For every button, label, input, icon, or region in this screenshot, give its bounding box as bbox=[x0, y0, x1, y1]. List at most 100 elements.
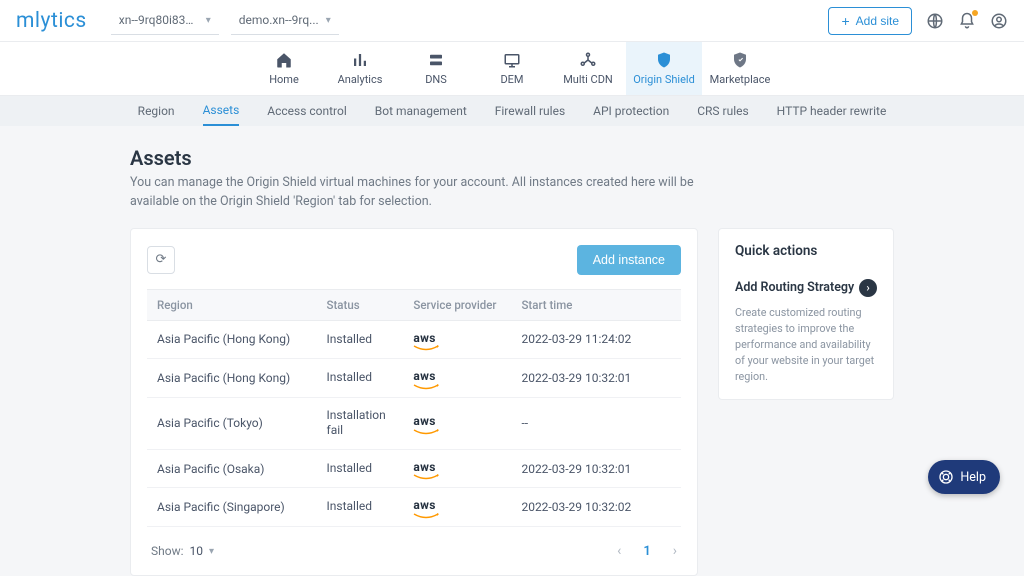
th-region: Region bbox=[147, 289, 317, 320]
arrow-right-icon: › bbox=[859, 279, 877, 297]
subnav-assets[interactable]: Assets bbox=[203, 96, 240, 126]
subnav-api-protection[interactable]: API protection bbox=[593, 97, 669, 125]
pager: ‹ 1 › bbox=[617, 543, 677, 559]
quick-actions-card: Quick actions Add Routing Strategy › Cre… bbox=[718, 228, 894, 401]
cell-region: Asia Pacific (Singapore) bbox=[147, 488, 317, 527]
cell-status: Installed bbox=[317, 359, 404, 398]
cell-start-time: 2022-03-29 11:24:02 bbox=[511, 320, 681, 359]
add-site-label: Add site bbox=[856, 14, 899, 28]
th-sp: Service provider bbox=[403, 289, 511, 320]
qa-item-title: Add Routing Strategy bbox=[735, 280, 854, 295]
pager-row: Show: 10 ▾ ‹ 1 › bbox=[147, 543, 681, 559]
site-dropdown-value: demo.xn--9rq... bbox=[239, 13, 320, 27]
assets-card: ⟳ Add instance Region Status Service pro… bbox=[130, 228, 698, 576]
aws-logo-icon: aws bbox=[413, 463, 439, 478]
analytics-icon bbox=[351, 51, 369, 69]
org-dropdown-value: xn--9rq80i83o... bbox=[119, 13, 200, 27]
nav-dem[interactable]: DEM bbox=[474, 42, 550, 95]
table-row[interactable]: Asia Pacific (Hong Kong)Installedaws2022… bbox=[147, 359, 681, 398]
plus-icon: + bbox=[841, 14, 849, 28]
refresh-icon: ⟳ bbox=[156, 252, 167, 267]
nav-label: Analytics bbox=[338, 73, 383, 86]
cell-status: Installed bbox=[317, 320, 404, 359]
multicdn-icon bbox=[579, 51, 597, 69]
aws-logo-icon: aws bbox=[413, 417, 439, 432]
shield-icon bbox=[655, 51, 673, 69]
brand-logo: mlytics bbox=[16, 9, 87, 33]
account-icon[interactable] bbox=[990, 12, 1008, 30]
cell-region: Asia Pacific (Osaka) bbox=[147, 449, 317, 488]
notification-dot bbox=[972, 10, 978, 16]
subnav-http-header-rewrite[interactable]: HTTP header rewrite bbox=[777, 97, 887, 125]
bell-icon[interactable] bbox=[958, 12, 976, 30]
cell-start-time: 2022-03-29 10:32:01 bbox=[511, 449, 681, 488]
subnav-firewall-rules[interactable]: Firewall rules bbox=[495, 97, 565, 125]
aws-logo-icon: aws bbox=[413, 334, 439, 349]
org-dropdown[interactable]: xn--9rq80i83o... ▾ bbox=[111, 7, 219, 35]
pager-prev[interactable]: ‹ bbox=[617, 543, 621, 559]
globe-icon[interactable] bbox=[926, 12, 944, 30]
aws-logo-icon: aws bbox=[413, 372, 439, 387]
cell-start-time: 2022-03-29 10:32:02 bbox=[511, 488, 681, 527]
table-row[interactable]: Asia Pacific (Hong Kong)Installed aws 2022… bbox=[147, 320, 681, 359]
nav-home[interactable]: Home bbox=[246, 42, 322, 95]
pager-current: 1 bbox=[643, 544, 650, 559]
nav-label: Origin Shield bbox=[633, 73, 695, 86]
nav-label: Home bbox=[269, 73, 299, 86]
page-content: Assets You can manage the Origin Shield … bbox=[0, 126, 1024, 576]
subnav-crs-rules[interactable]: CRS rules bbox=[697, 97, 748, 125]
nav-multicdn[interactable]: Multi CDN bbox=[550, 42, 626, 95]
table-header-row: Region Status Service provider Start tim… bbox=[147, 289, 681, 320]
cell-service-provider: aws bbox=[403, 449, 511, 488]
table-row[interactable]: Asia Pacific (Tokyo)Installation fail aws… bbox=[147, 397, 681, 449]
page-description: You can manage the Origin Shield virtual… bbox=[130, 174, 710, 212]
subnav-bot-management[interactable]: Bot management bbox=[375, 97, 467, 125]
subnav-access-control[interactable]: Access control bbox=[267, 97, 347, 125]
help-label: Help bbox=[960, 470, 986, 485]
nav-origin-shield[interactable]: Origin Shield bbox=[626, 42, 702, 95]
chevron-down-icon: ▾ bbox=[326, 15, 331, 26]
cell-status: Installation fail bbox=[317, 397, 404, 449]
pager-next[interactable]: › bbox=[673, 543, 677, 559]
cell-region: Asia Pacific (Tokyo) bbox=[147, 397, 317, 449]
cell-service-provider: aws bbox=[403, 397, 511, 449]
chevron-down-icon: ▾ bbox=[206, 15, 211, 26]
marketplace-icon bbox=[731, 51, 749, 69]
quick-actions-title: Quick actions bbox=[735, 243, 877, 259]
cell-region: Asia Pacific (Hong Kong) bbox=[147, 359, 317, 398]
topbar: mlytics xn--9rq80i83o... ▾ demo.xn--9rq.… bbox=[0, 0, 1024, 42]
qa-add-routing[interactable]: Add Routing Strategy › bbox=[735, 279, 877, 297]
cell-status: Installed bbox=[317, 449, 404, 488]
assets-table: Region Status Service provider Start tim… bbox=[147, 289, 681, 528]
nav-marketplace[interactable]: Marketplace bbox=[702, 42, 778, 95]
nav-analytics[interactable]: Analytics bbox=[322, 42, 398, 95]
table-row[interactable]: Asia Pacific (Osaka)Installed aws 2022-03-… bbox=[147, 449, 681, 488]
life-ring-icon bbox=[938, 469, 954, 485]
th-status: Status bbox=[317, 289, 404, 320]
aws-logo-icon: aws bbox=[413, 501, 439, 516]
cell-region: Asia Pacific (Hong Kong) bbox=[147, 320, 317, 359]
subnav-region[interactable]: Region bbox=[138, 97, 175, 125]
cell-start-time: -- bbox=[511, 397, 681, 449]
table-row[interactable]: Asia Pacific (Singapore)Installed aws 2022… bbox=[147, 488, 681, 527]
show-value: 10 bbox=[190, 544, 204, 558]
card-toolbar: ⟳ Add instance bbox=[147, 245, 681, 275]
nav-dns[interactable]: DNS bbox=[398, 42, 474, 95]
page-title: Assets bbox=[130, 146, 894, 170]
cell-service-provider: aws bbox=[403, 359, 511, 398]
cell-service-provider: aws bbox=[403, 488, 511, 527]
refresh-button[interactable]: ⟳ bbox=[147, 246, 175, 274]
home-icon bbox=[275, 51, 293, 69]
nav-label: DNS bbox=[425, 73, 447, 86]
show-select[interactable]: 10 ▾ bbox=[190, 544, 215, 558]
sub-nav: Region Assets Access control Bot managem… bbox=[0, 96, 1024, 126]
show-label: Show: bbox=[151, 544, 184, 558]
th-start: Start time bbox=[511, 289, 681, 320]
add-site-button[interactable]: + Add site bbox=[828, 7, 912, 35]
help-button[interactable]: Help bbox=[928, 460, 1000, 494]
cell-status: Installed bbox=[317, 488, 404, 527]
nav-label: DEM bbox=[500, 73, 523, 86]
main-nav: Home Analytics DNS DEM Multi CDN Origin … bbox=[0, 42, 1024, 96]
site-dropdown[interactable]: demo.xn--9rq... ▾ bbox=[231, 7, 339, 35]
add-instance-button[interactable]: Add instance bbox=[577, 245, 681, 275]
